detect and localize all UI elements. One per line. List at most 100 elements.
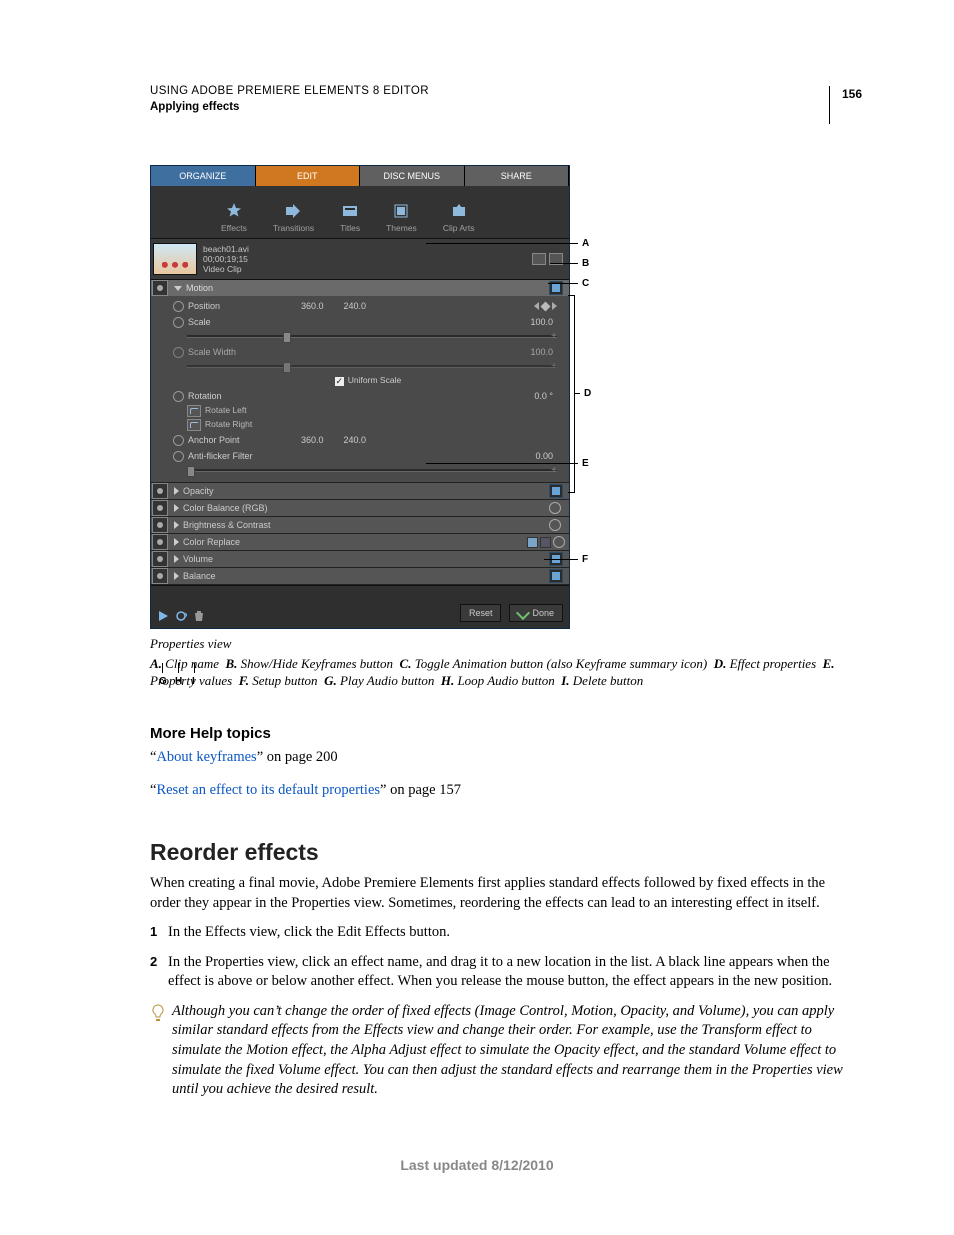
effect-color-balance[interactable]: Color Balance (RGB)	[151, 500, 569, 517]
effect-motion-header[interactable]: Motion	[151, 280, 569, 296]
tool-titles[interactable]: Titles	[340, 202, 360, 234]
stopwatch-icon[interactable]	[173, 435, 184, 446]
slider-thumb-icon[interactable]	[187, 466, 195, 477]
scale-value[interactable]: 100.0	[530, 316, 553, 328]
stopwatch-icon[interactable]	[173, 317, 184, 328]
effect-opacity[interactable]: Opacity	[151, 483, 569, 500]
callout-e: E	[582, 457, 589, 471]
callout-h: H	[175, 675, 182, 689]
property-scale[interactable]: Scale 100.0	[173, 314, 563, 330]
tool-themes[interactable]: Themes	[386, 202, 417, 234]
page-number: 156	[829, 86, 862, 124]
tab-organize[interactable]: ORGANIZE	[151, 166, 256, 186]
tab-edit[interactable]: EDIT	[256, 166, 361, 186]
antiflicker-value[interactable]: 0.00	[535, 450, 553, 462]
link-about-keyframes[interactable]: About keyframes	[156, 749, 256, 765]
figure-legend: A. Clip name B. Show/Hide Keyframes butt…	[150, 655, 844, 690]
callout-a: A	[582, 237, 589, 251]
rotate-right-icon	[187, 419, 201, 431]
antiflicker-slider[interactable]: +	[187, 466, 557, 474]
effect-label: Motion	[186, 282, 213, 294]
clip-thumbnail	[153, 243, 197, 275]
eye-icon[interactable]	[152, 568, 168, 584]
delete-icon[interactable]	[193, 610, 205, 622]
plus-icon: +	[551, 360, 557, 374]
eye-icon[interactable]	[152, 483, 168, 499]
chevron-right-icon[interactable]	[174, 521, 179, 529]
show-hide-keyframes-icon[interactable]	[532, 253, 546, 265]
rotate-left-button[interactable]: Rotate Left	[187, 404, 563, 418]
stopwatch-icon[interactable]	[173, 391, 184, 402]
stopwatch-icon[interactable]	[173, 301, 184, 312]
running-header-subtitle: Applying effects	[150, 100, 844, 116]
eye-icon[interactable]	[152, 534, 168, 550]
tool-effects[interactable]: Effects	[221, 202, 247, 234]
position-x[interactable]: 360.0	[301, 300, 324, 312]
plus-icon: +	[551, 464, 557, 478]
setup-button[interactable]	[527, 536, 565, 548]
tab-share[interactable]: SHARE	[465, 166, 570, 186]
done-button[interactable]: Done	[509, 604, 563, 622]
eye-icon[interactable]	[152, 551, 168, 567]
keyframe-nav[interactable]	[534, 302, 557, 310]
effect-color-replace[interactable]: Color Replace	[151, 534, 569, 551]
chevron-right-icon[interactable]	[174, 504, 179, 512]
eye-icon[interactable]	[152, 500, 168, 516]
rotate-left-icon	[187, 405, 201, 417]
help-link-2: “Reset an effect to its default properti…	[150, 781, 844, 801]
callout-i: I	[192, 675, 195, 689]
tool-cliparts[interactable]: Clip Arts	[443, 202, 475, 234]
cliparts-icon	[450, 202, 468, 220]
eye-icon[interactable]	[152, 280, 168, 296]
stopwatch-icon[interactable]	[549, 502, 561, 514]
callout-c: C	[582, 277, 589, 291]
chevron-right-icon[interactable]	[174, 538, 179, 546]
toggle-animation-icon[interactable]	[549, 484, 563, 498]
property-anchor-point[interactable]: Anchor Point 360.0 240.0	[173, 432, 563, 448]
stopwatch-icon[interactable]	[173, 451, 184, 462]
anchor-y[interactable]: 240.0	[344, 434, 367, 446]
prev-keyframe-icon[interactable]	[534, 302, 539, 310]
chevron-right-icon[interactable]	[174, 487, 179, 495]
tip-paragraph: Although you can’t change the order of f…	[150, 1002, 844, 1100]
checkbox-checked-icon[interactable]: ✓	[335, 377, 344, 386]
reset-button[interactable]: Reset	[460, 604, 502, 622]
property-antiflicker[interactable]: Anti-flicker Filter 0.00	[173, 448, 563, 464]
setup-icon	[540, 537, 551, 548]
toggle-animation-icon[interactable]	[549, 569, 563, 583]
chevron-right-icon[interactable]	[174, 572, 179, 580]
plus-icon: +	[551, 330, 557, 344]
chevron-down-icon[interactable]	[174, 286, 182, 291]
check-icon	[516, 606, 530, 620]
loop-audio-icon[interactable]	[175, 610, 187, 622]
effect-brightness-contrast[interactable]: Brightness & Contrast	[151, 517, 569, 534]
tool-transitions[interactable]: Transitions	[273, 202, 314, 234]
link-reset-effect[interactable]: Reset an effect to its default propertie…	[156, 782, 380, 798]
add-keyframe-icon[interactable]	[541, 301, 551, 311]
step-2: In the Properties view, click an effect …	[150, 953, 844, 992]
slider-thumb-icon[interactable]	[283, 332, 291, 343]
next-keyframe-icon[interactable]	[552, 302, 557, 310]
eye-icon[interactable]	[152, 517, 168, 533]
rotate-right-button[interactable]: Rotate Right	[187, 418, 563, 432]
clip-name: beach01.avi	[203, 244, 249, 254]
setup-icon	[527, 537, 538, 548]
anchor-x[interactable]: 360.0	[301, 434, 324, 446]
property-position[interactable]: Position 360.0 240.0	[173, 298, 563, 314]
effect-balance[interactable]: Balance	[151, 568, 569, 585]
uniform-scale-row[interactable]: ✓ Uniform Scale	[173, 374, 563, 388]
property-rotation[interactable]: Rotation 0.0 °	[173, 388, 563, 404]
scale-slider[interactable]: +	[187, 332, 557, 340]
effect-volume[interactable]: Volume	[151, 551, 569, 568]
position-y[interactable]: 240.0	[344, 300, 367, 312]
transitions-icon	[284, 202, 302, 220]
chevron-right-icon[interactable]	[174, 555, 179, 563]
properties-view-figure: ORGANIZE EDIT DISC MENUS SHARE Effects T…	[150, 165, 588, 629]
stopwatch-icon[interactable]	[549, 519, 561, 531]
tab-disc-menus[interactable]: DISC MENUS	[360, 166, 465, 186]
help-link-1: “About keyframes” on page 200	[150, 748, 844, 768]
stopwatch-icon[interactable]	[553, 536, 565, 548]
rotation-value[interactable]: 0.0 °	[534, 390, 553, 402]
play-audio-icon[interactable]	[157, 610, 169, 622]
callout-d: D	[584, 387, 591, 401]
